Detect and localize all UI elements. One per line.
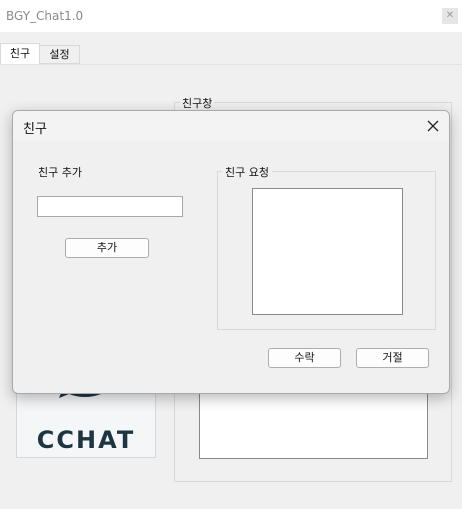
friend-request-list[interactable]	[252, 188, 403, 315]
chatroom-group-label: 친구창	[180, 95, 215, 111]
dialog-titlebar: 친구	[13, 111, 449, 141]
add-friend-button[interactable]: 추가	[65, 238, 149, 258]
logo-text: CCHAT	[36, 426, 136, 454]
main-titlebar: BGY_Chat1.0 ✕	[0, 0, 462, 32]
friend-request-label: 친구 요청	[222, 164, 272, 180]
main-tabs: 친구 설정	[0, 43, 462, 65]
dialog-body: 친구 추가 추가 친구 요청 수락 거절	[13, 141, 449, 393]
friend-dialog: 친구 친구 추가 추가 친구 요청 수락 거절	[12, 110, 450, 394]
accept-button[interactable]: 수락	[268, 348, 341, 368]
close-icon[interactable]	[423, 116, 443, 136]
reject-button[interactable]: 거절	[356, 348, 429, 368]
logo: CCHAT	[16, 385, 156, 458]
main-close-button[interactable]: ✕	[442, 8, 458, 24]
add-friend-label: 친구 추가	[38, 166, 82, 179]
friend-id-input[interactable]	[37, 196, 183, 217]
chatroom-list[interactable]	[199, 392, 428, 459]
tab-divider	[0, 64, 462, 65]
main-window: BGY_Chat1.0 ✕ 친구 설정 친구창 CCHAT 친구 친구 추가 추…	[0, 0, 462, 509]
tab-friends[interactable]: 친구	[0, 43, 40, 64]
tab-settings[interactable]: 설정	[40, 45, 80, 64]
app-title: BGY_Chat1.0	[6, 9, 84, 23]
dialog-title: 친구	[23, 122, 47, 137]
